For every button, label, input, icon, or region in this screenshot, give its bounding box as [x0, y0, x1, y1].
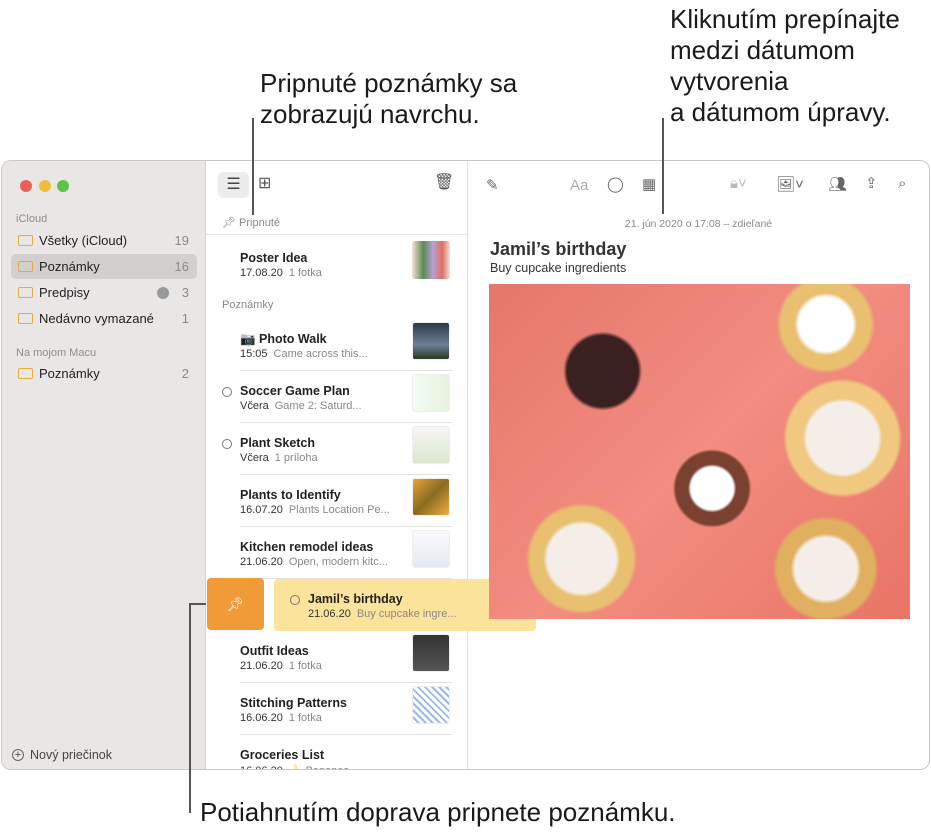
note-thumbnail	[412, 322, 450, 360]
note-date[interactable]: 21. jún 2020 o 17:08 – zdieľané	[468, 218, 929, 230]
divider	[240, 734, 452, 735]
note-editor: ✎ Aa ◯ ▦ 🔒︎˅ 🖼︎˅ 👥︎ ⇪ ⌕ 21. jún 2020 o 1…	[468, 161, 929, 769]
note-row[interactable]: Poster Idea 17.08.20 1 fotka	[206, 241, 468, 300]
folder-icon	[18, 235, 33, 246]
divider	[240, 370, 452, 371]
note-title: Kitchen remodel ideas	[240, 540, 374, 554]
note-title: Soccer Game Plan	[240, 384, 350, 398]
table-icon[interactable]: ▦	[642, 175, 656, 193]
note-thumbnail	[412, 374, 450, 412]
note-title: Plant Sketch	[240, 436, 316, 450]
minimize-button[interactable]	[39, 180, 51, 192]
note-title: Plants to Identify	[240, 488, 341, 502]
checklist-icon[interactable]: ◯	[607, 175, 624, 193]
folder-label: Poznámky	[39, 259, 100, 274]
folder-label: Nedávno vymazané	[39, 311, 154, 326]
share-icon[interactable]: ⇪	[865, 174, 878, 192]
folder-icon	[18, 313, 33, 324]
divider	[240, 474, 452, 475]
section-on-my-mac: Na mojom Macu	[16, 347, 97, 359]
folder-label: Predpisy	[39, 285, 90, 300]
notes-header: Poznámky	[222, 299, 274, 311]
sidebar: iCloud Všetky (iCloud) 19 Poznámky 16 Pred…	[2, 161, 206, 769]
folder-count: 19	[174, 233, 189, 248]
note-thumbnail	[412, 634, 450, 672]
shared-icon	[290, 595, 300, 605]
folder-icon	[18, 261, 33, 272]
note-title: 📷 Photo Walk	[240, 332, 327, 346]
note-title[interactable]: Jamil’s birthday	[490, 239, 626, 260]
note-title: Groceries List	[240, 748, 325, 762]
note-subtitle: 16.06.20🍌 Bananas	[240, 764, 349, 769]
collaborate-icon[interactable]: 👥︎	[828, 175, 847, 193]
shared-person-icon	[157, 286, 169, 299]
cupcakes-photo[interactable]	[489, 284, 910, 619]
note-thumbnail	[412, 241, 450, 279]
shared-icon	[222, 439, 232, 449]
divider	[240, 526, 452, 527]
callout-swipe: Potiahnutím doprava pripnete poznámku.	[200, 797, 676, 827]
callout-date: Kliknutím prepínajte medzi dátumom vytvo…	[670, 4, 900, 127]
note-row[interactable]: Stitching Patterns 16.06.20 1 fotka	[206, 686, 468, 745]
note-list: ☰ ⊞ 🗑 📌︎ Pripnuté Poster Idea 17.08.20 1 f…	[206, 161, 536, 769]
trash-icon[interactable]: 🗑	[434, 172, 454, 192]
note-thumbnail	[412, 530, 450, 568]
note-thumbnail	[412, 426, 450, 464]
new-folder-button[interactable]: + Nový priečinok	[12, 748, 112, 762]
note-row[interactable]: Groceries List 16.06.20🍌 Bananas	[206, 745, 468, 769]
pin-icon: 📌︎	[226, 596, 245, 612]
folder-count: 1	[181, 311, 189, 326]
note-title: Jamil’s birthday	[308, 592, 403, 606]
shared-folder-icon	[18, 287, 33, 298]
folder-count: 16	[174, 259, 189, 274]
search-icon[interactable]: ⌕	[898, 175, 906, 192]
zoom-button[interactable]	[57, 180, 69, 192]
pin-swipe-button[interactable]: 📌︎	[207, 578, 264, 630]
shared-icon	[222, 387, 232, 397]
section-icloud: iCloud	[16, 213, 48, 225]
callout-line	[252, 118, 254, 215]
note-title: Outfit Ideas	[240, 644, 309, 658]
folder-recently-deleted[interactable]: Nedávno vymazané 1	[11, 306, 197, 331]
callout-line	[189, 603, 206, 605]
folder-all-icloud[interactable]: Všetky (iCloud) 19	[11, 228, 197, 253]
folder-notes[interactable]: Poznámky 16	[11, 254, 197, 279]
note-subtitle: 16.06.20 1 fotka	[240, 712, 322, 724]
callout-line	[189, 603, 191, 813]
note-subtitle: 21.06.20 Open, modern kitc...	[240, 556, 388, 568]
note-subtitle: 16.07.20 Plants Location Pe...	[240, 504, 390, 516]
divider	[240, 682, 452, 683]
lock-icon[interactable]: 🔒︎˅	[730, 175, 747, 192]
folder-count: 2	[181, 366, 189, 381]
folder-label: Poznámky	[39, 366, 100, 381]
plus-circle-icon: +	[12, 749, 24, 761]
pinned-header: 📌︎ Pripnuté	[222, 217, 281, 229]
format-button[interactable]: Aa	[570, 177, 588, 194]
callout-pinned: Pripnuté poznámky sa zobrazujú navrchu.	[260, 68, 518, 129]
notes-window: iCloud Všetky (iCloud) 19 Poznámky 16 Pred…	[1, 160, 930, 770]
new-folder-label: Nový priečinok	[30, 748, 112, 762]
gallery-view-button[interactable]: ⊞	[258, 173, 271, 193]
media-icon[interactable]: 🖼︎˅	[776, 175, 804, 193]
note-thumbnail	[412, 686, 450, 724]
callout-line	[662, 118, 664, 214]
note-subtitle: Včera 1 príloha	[240, 452, 318, 464]
folder-icon	[18, 368, 33, 379]
note-body[interactable]: Buy cupcake ingredients	[490, 261, 626, 275]
folder-mac-notes[interactable]: Poznámky 2	[11, 361, 197, 386]
note-subtitle: 21.06.20 Buy cupcake ingre...	[308, 608, 457, 620]
list-view-button[interactable]: ☰	[218, 172, 249, 198]
compose-icon[interactable]: ✎	[486, 176, 499, 194]
folder-count: 3	[181, 285, 189, 300]
note-subtitle: 21.06.20 1 fotka	[240, 660, 322, 672]
note-subtitle: Včera Game 2: Saturd...	[240, 400, 362, 412]
pin-icon: 📌︎	[222, 217, 240, 229]
close-button[interactable]	[20, 180, 32, 192]
divider	[240, 422, 452, 423]
folder-label: Všetky (iCloud)	[39, 233, 128, 248]
note-title: Stitching Patterns	[240, 696, 347, 710]
note-subtitle: 15:05 Came across this...	[240, 348, 368, 360]
folder-predpisy[interactable]: Predpisy 3	[11, 280, 197, 305]
note-thumbnail	[412, 478, 450, 516]
